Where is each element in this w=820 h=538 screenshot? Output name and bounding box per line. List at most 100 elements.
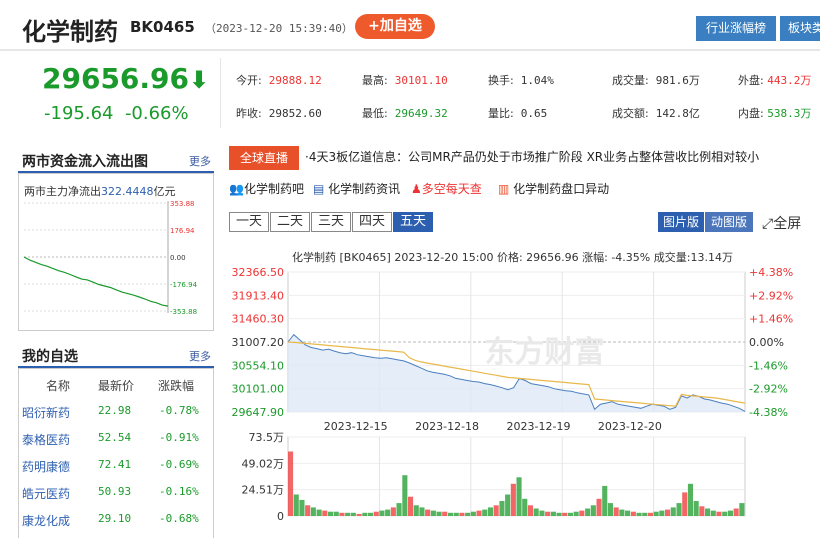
volume-bar: [722, 511, 728, 516]
price-axis-tick: 31460.30: [232, 313, 285, 326]
sector-button[interactable]: 板块类: [780, 16, 820, 41]
bar-chart-icon: ▥: [498, 182, 510, 196]
watchlist-stock-change: -0.16%: [159, 485, 199, 498]
volume-bar: [328, 511, 334, 516]
price-axis-tick: 31007.20: [232, 336, 285, 349]
volume-bar: [448, 512, 454, 516]
watchlist-more-link[interactable]: 更多: [189, 348, 211, 364]
watermark: 东方财富: [485, 335, 605, 370]
fullscreen-button[interactable]: ⤢全屏: [762, 213, 801, 233]
volume-bar: [350, 512, 356, 516]
volume-bar: [567, 512, 573, 516]
volume-bar: [727, 510, 733, 516]
volume-bar: [573, 511, 579, 516]
volume-bar: [345, 512, 351, 516]
watchlist-row[interactable]: 昭衍新药 22.98 -0.78%: [18, 404, 214, 424]
industry-ranking-button[interactable]: 行业涨幅榜: [696, 16, 776, 41]
volume-bar: [562, 512, 568, 516]
watchlist-col-name: 名称: [46, 379, 71, 393]
volume-bar: [419, 507, 425, 516]
capital-flow-line: [23, 256, 169, 307]
volume-bar: [379, 510, 385, 516]
period-tab[interactable]: 一天: [229, 212, 269, 232]
period-tab[interactable]: 二天: [270, 212, 310, 232]
forum-link[interactable]: 👥化学制药吧: [229, 180, 304, 197]
watchlist-stock-name[interactable]: 皓元医药: [22, 485, 70, 502]
alert-link[interactable]: ▥ 化学制药盘口异动: [498, 180, 609, 197]
volume-bar: [436, 511, 442, 516]
volume-bar: [705, 508, 711, 516]
quote-inner: 内盘: 538.3万: [738, 107, 812, 120]
quote-low: 最低: 29649.32: [362, 107, 448, 120]
price-chart: 32366.50 +4.38% 31913.40 +2.92% 31460.30 +1.4…: [232, 266, 794, 523]
volume-bar: [607, 503, 613, 516]
date-axis-label: 2023-12-15: [324, 420, 388, 433]
volume-bar: [413, 505, 419, 516]
volume-bar: [653, 511, 659, 516]
volume-bar: [665, 509, 671, 516]
price-divider: [220, 58, 221, 128]
volume-bar: [670, 507, 676, 516]
current-price: 29656.96⬇: [42, 62, 210, 95]
watchlist-stock-name[interactable]: 泰格医药: [22, 431, 70, 448]
price-axis-tick: 31913.40: [232, 289, 285, 302]
volume-bar: [288, 451, 294, 516]
percent-axis-tick: +4.38%: [749, 266, 793, 279]
volume-bar: [385, 509, 391, 516]
capital-flow-more-link[interactable]: 更多: [189, 153, 211, 169]
price-axis-tick: 29647.90: [232, 406, 285, 419]
watchlist-stock-price: 72.41: [98, 458, 132, 471]
news-ticker[interactable]: ·4天3板亿道信息：公司MR产品仍处于市场推广阶段 XR业务占整体营收比例相对较…: [305, 148, 805, 165]
period-tab[interactable]: 四天: [352, 212, 392, 232]
percent-axis-tick: -4.38%: [749, 406, 788, 419]
capital-flow-title: 两市资金流入流出图: [22, 154, 148, 170]
volume-bar: [465, 512, 471, 516]
volume-bar: [402, 475, 408, 516]
volume-bar: [613, 507, 619, 516]
global-live-label[interactable]: 全球直播: [229, 146, 299, 170]
watchlist-stock-change: -0.69%: [159, 458, 199, 471]
watchlist-stock-price: 50.93: [98, 485, 132, 498]
quote-volume-ratio: 量比: 0.65: [488, 107, 548, 120]
static-chart-button[interactable]: 图片版: [658, 212, 704, 232]
watchlist-stock-name[interactable]: 昭衍新药: [22, 404, 70, 421]
watchlist-row[interactable]: 皓元医药 50.93 -0.16%: [18, 485, 214, 505]
price-axis-tick: 30101.00: [232, 383, 285, 396]
volume-bar: [716, 511, 722, 516]
volume-bar: [739, 503, 745, 516]
date-axis-label: 2023-12-20: [598, 420, 662, 433]
volume-bar: [305, 505, 311, 516]
period-tab[interactable]: 三天: [311, 212, 351, 232]
period-tab[interactable]: 五天: [393, 212, 433, 232]
watchlist-row[interactable]: 泰格医药 52.54 -0.91%: [18, 431, 214, 451]
watchlist-col-price: 最新价: [98, 379, 135, 393]
watchlist-row[interactable]: 药明康德 72.41 -0.69%: [18, 458, 214, 478]
capital-flow-tick: 176.94: [170, 227, 195, 235]
news-link[interactable]: ▤ 化学制药资讯: [313, 180, 400, 197]
volume-bar: [493, 505, 499, 516]
daily-check-link[interactable]: ♟多空每天查: [411, 180, 482, 197]
volume-bar: [539, 510, 545, 516]
volume-bar: [396, 503, 402, 516]
percent-axis-tick: +2.92%: [749, 289, 793, 302]
volume-bar: [710, 510, 716, 516]
watchlist-stock-name[interactable]: 康龙化成: [22, 512, 70, 529]
dynamic-chart-button[interactable]: 动图版: [705, 212, 753, 232]
volume-bar: [659, 510, 665, 516]
add-watchlist-button[interactable]: +加自选: [355, 14, 435, 39]
volume-bar: [310, 507, 316, 516]
volume-bar: [459, 512, 465, 516]
volume-bar: [299, 499, 305, 516]
volume-bar: [316, 509, 322, 516]
watchlist-stock-name[interactable]: 药明康德: [22, 458, 70, 475]
quote-turnover: 换手: 1.04%: [488, 74, 554, 87]
volume-bar: [630, 511, 636, 516]
price-change: -195.64 -0.66%: [44, 103, 189, 124]
percent-axis-tick: +1.46%: [749, 313, 793, 326]
volume-bar: [430, 510, 436, 516]
quote-amount: 成交额: 142.8亿: [612, 107, 700, 120]
document-icon: ▤: [313, 182, 325, 196]
volume-bar: [625, 510, 631, 516]
volume-bar: [499, 501, 505, 516]
watchlist-row[interactable]: 康龙化成 29.10 -0.68%: [18, 512, 214, 532]
